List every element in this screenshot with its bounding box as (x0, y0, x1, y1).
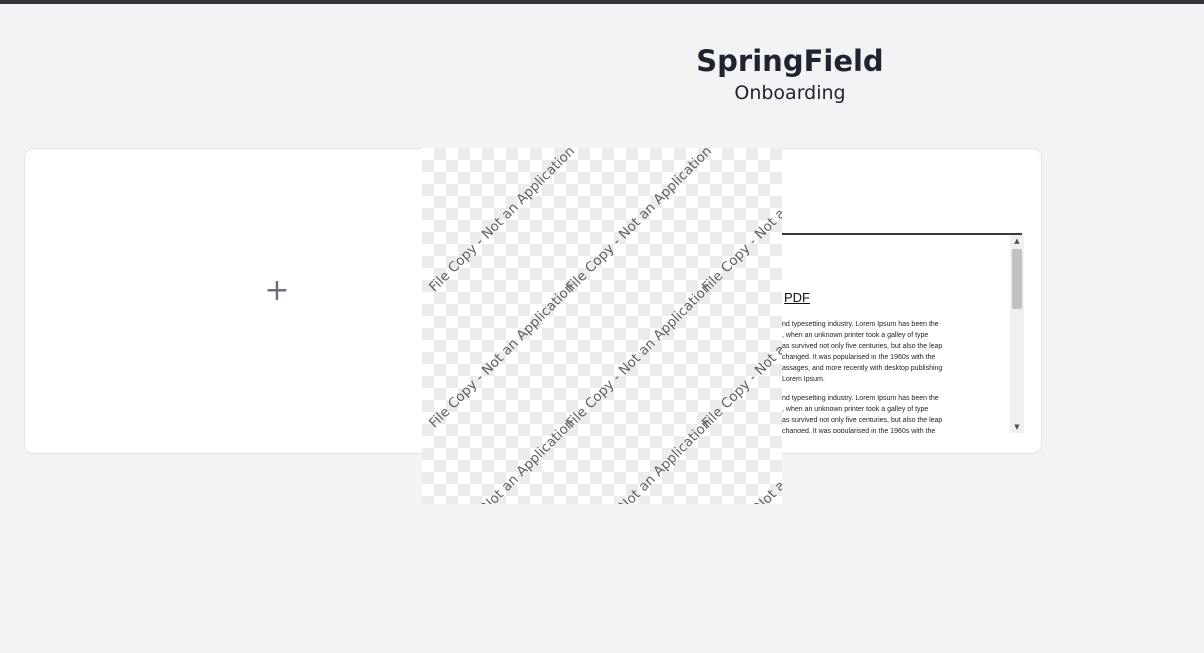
page-subtitle: Onboarding (734, 82, 846, 104)
pdf-paragraph: nd typesetting industry. Lorem Ipsum has… (782, 321, 943, 383)
watermark-text: File Copy - Not an Application (563, 279, 716, 432)
scrollbar-thumb[interactable] (1012, 249, 1022, 309)
watermark-text: File Copy - Not an Application (426, 148, 579, 296)
watermark-text: File Copy - Not an Application (563, 148, 716, 296)
add-document-icon[interactable]: + (261, 275, 293, 307)
pdf-preview[interactable]: PDF nd typesetting industry. Lorem Ipsum… (782, 233, 1022, 433)
page-header: SpringField Onboarding (580, 42, 1000, 106)
watermark-text: File Copy - Not an Application (426, 415, 579, 504)
pdf-paragraph: nd typesetting industry. Lorem Ipsum has… (782, 395, 943, 433)
page-title: SpringField (696, 44, 884, 78)
watermark-text: File Copy - Not an Application (699, 279, 782, 432)
scroll-up-icon[interactable]: ▲ (1010, 235, 1024, 247)
pdf-title: PDF (784, 290, 810, 305)
watermark-overlay: File Copy - Not an Application File Copy… (422, 148, 782, 504)
watermark-text: File Copy - Not an Application (426, 279, 579, 432)
top-bar (0, 0, 1204, 4)
watermark-text: File Copy - Not an Application (563, 415, 716, 504)
watermark-text: File Copy - Not an Application (699, 148, 782, 296)
scroll-down-icon[interactable]: ▼ (1010, 421, 1024, 433)
pdf-scrollbar[interactable]: ▲ ▼ (1010, 235, 1024, 433)
